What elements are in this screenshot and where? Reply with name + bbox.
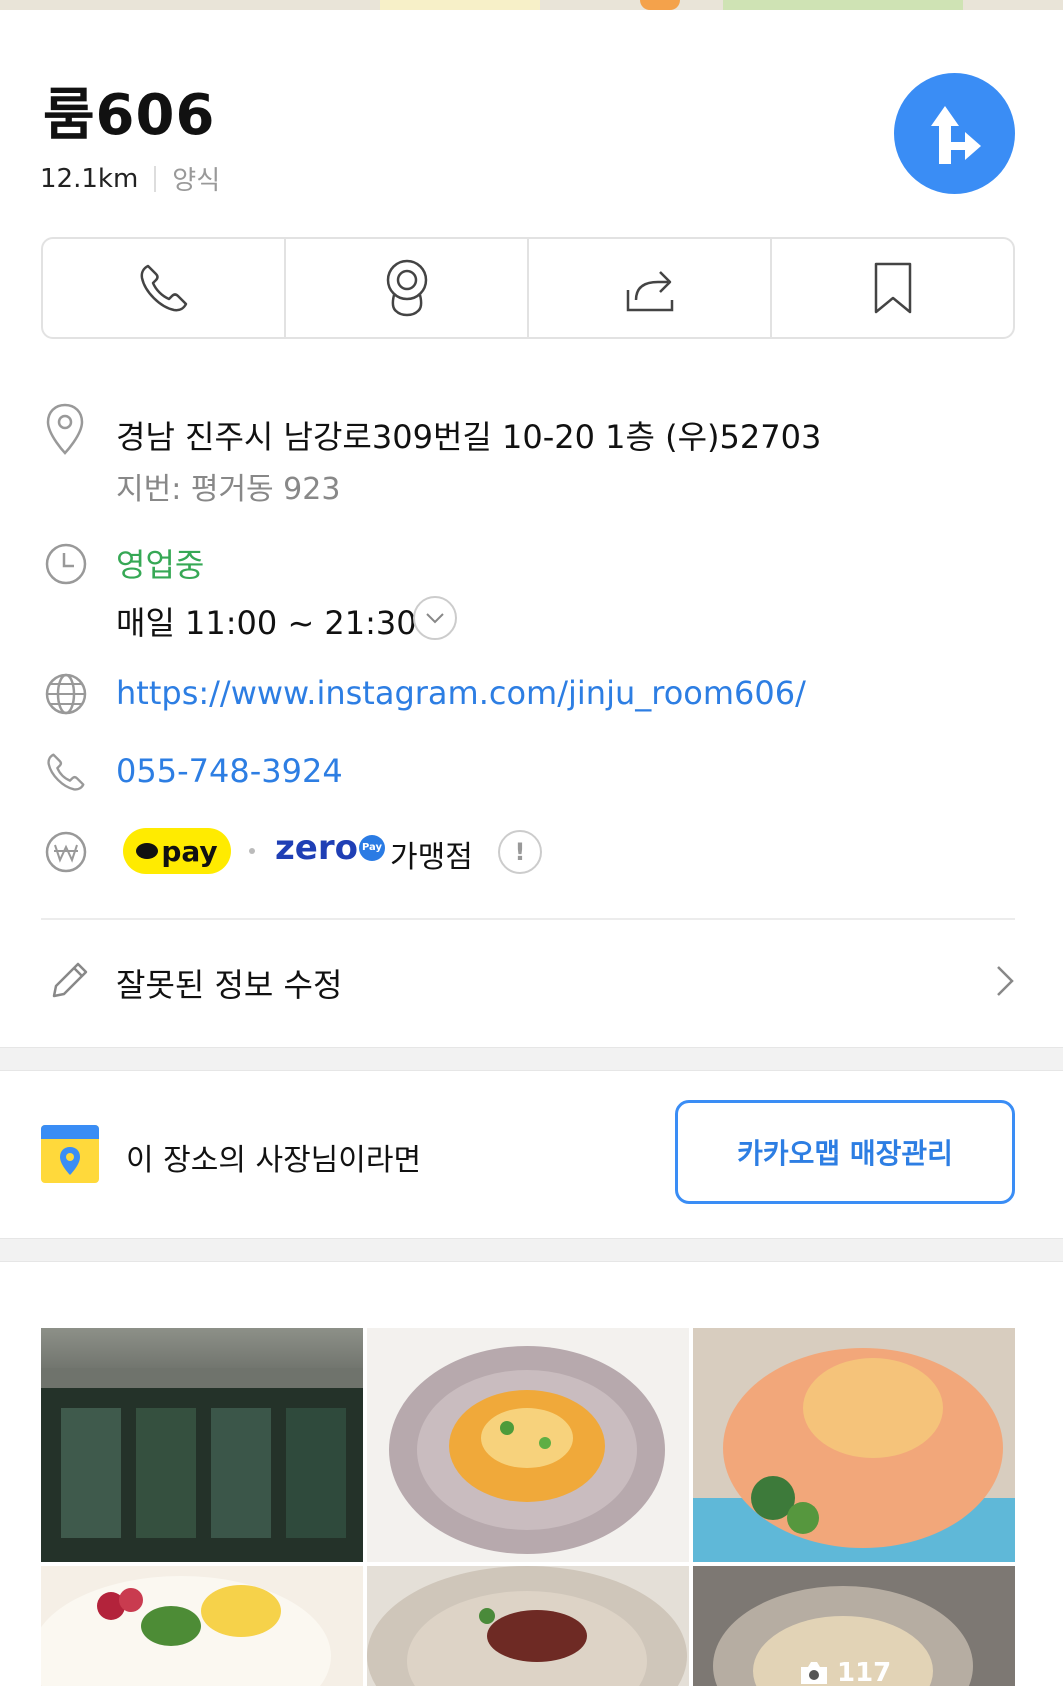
place-name: 룸606 xyxy=(43,83,216,148)
payment-info-button[interactable]: ! xyxy=(498,830,542,874)
photo-count[interactable]: 117 xyxy=(799,1658,891,1686)
chevron-right-icon xyxy=(997,966,1014,996)
category: 양식 xyxy=(172,166,221,196)
clock-icon xyxy=(45,543,87,585)
zeropay-badge: zero Pay xyxy=(275,828,385,868)
address[interactable]: 경남 진주시 남강로309번길 10-20 1층 (우)52703 xyxy=(116,412,821,458)
directions-icon xyxy=(930,105,981,164)
website-link[interactable]: https://www.instagram.com/jinju_room606/ xyxy=(116,674,806,712)
open-status: 영업중 xyxy=(116,546,205,584)
map-background[interactable] xyxy=(0,0,1063,10)
edit-info-label: 잘못된 정보 수정 xyxy=(116,966,343,1004)
meta-divider xyxy=(154,165,157,192)
photo-brunch[interactable] xyxy=(41,1566,363,1686)
call-button[interactable] xyxy=(43,239,286,337)
payment-separator xyxy=(249,848,255,854)
store-management-button[interactable]: 카카오맵 매장관리 xyxy=(675,1100,1015,1204)
pasta-plate-image xyxy=(389,1346,665,1554)
map-park xyxy=(723,0,963,10)
bookmark-icon xyxy=(874,262,911,314)
bookmark-button[interactable] xyxy=(772,239,1013,337)
place-header: 룸606 12.1km 양식 xyxy=(0,10,1063,220)
globe-icon xyxy=(45,673,87,715)
brunch-plate-image xyxy=(41,1576,331,1686)
location-pin-icon xyxy=(60,1147,80,1175)
section-gap xyxy=(0,1238,1063,1262)
rose-pasta-image xyxy=(693,1328,1015,1562)
lot-address: 지번: 평거동 923 xyxy=(116,472,341,507)
action-bar xyxy=(41,237,1015,339)
phone-icon xyxy=(140,264,187,312)
section-gap xyxy=(0,1047,1063,1071)
business-hours: 매일 11:00 ~ 21:30 xyxy=(116,604,417,642)
kakaopay-label: pay xyxy=(161,834,218,868)
location-pin-icon xyxy=(46,403,84,455)
photo-grid: 117 xyxy=(41,1328,1015,1686)
zeropay-label: zero xyxy=(275,828,358,868)
exclamation-icon: ! xyxy=(514,838,526,866)
owner-prompt: 이 장소의 사장님이라면 xyxy=(126,1143,422,1178)
edit-info-row[interactable]: 잘못된 정보 수정 xyxy=(0,940,1063,1020)
place-meta: 12.1km 양식 xyxy=(40,160,220,197)
shop-icon xyxy=(41,1125,99,1183)
phone-number[interactable]: 055-748-3924 xyxy=(116,752,343,790)
share-icon xyxy=(626,271,673,312)
won-icon xyxy=(45,831,87,873)
zeropay-pay-badge: Pay xyxy=(358,835,385,861)
photo-pasta-1[interactable] xyxy=(367,1328,689,1562)
pencil-icon xyxy=(52,962,88,998)
storefront-image xyxy=(41,1368,363,1562)
hours-expand-button[interactable] xyxy=(413,596,457,640)
section-divider xyxy=(41,918,1015,920)
photo-steak[interactable] xyxy=(367,1566,689,1686)
shop-awning xyxy=(41,1125,99,1139)
roadview-icon xyxy=(386,259,427,317)
map-marker xyxy=(640,0,680,10)
share-button[interactable] xyxy=(529,239,772,337)
photo-pasta-2[interactable] xyxy=(693,1328,1015,1562)
photo-storefront[interactable] xyxy=(41,1328,363,1562)
kakao-bubble-icon xyxy=(136,843,159,859)
merchant-label: 가맹점 xyxy=(390,840,473,875)
chevron-down-icon xyxy=(426,613,444,624)
steak-image xyxy=(367,1566,687,1686)
kakaopay-badge: pay xyxy=(123,828,231,874)
directions-button[interactable] xyxy=(894,73,1015,194)
photo-count-label: 117 xyxy=(837,1658,892,1686)
roadview-button[interactable] xyxy=(286,239,529,337)
owner-section: 이 장소의 사장님이라면 카카오맵 매장관리 xyxy=(0,1073,1063,1238)
distance: 12.1km xyxy=(40,163,139,194)
camera-icon xyxy=(801,1662,827,1684)
phone-icon xyxy=(47,753,85,791)
map-road xyxy=(380,0,540,10)
